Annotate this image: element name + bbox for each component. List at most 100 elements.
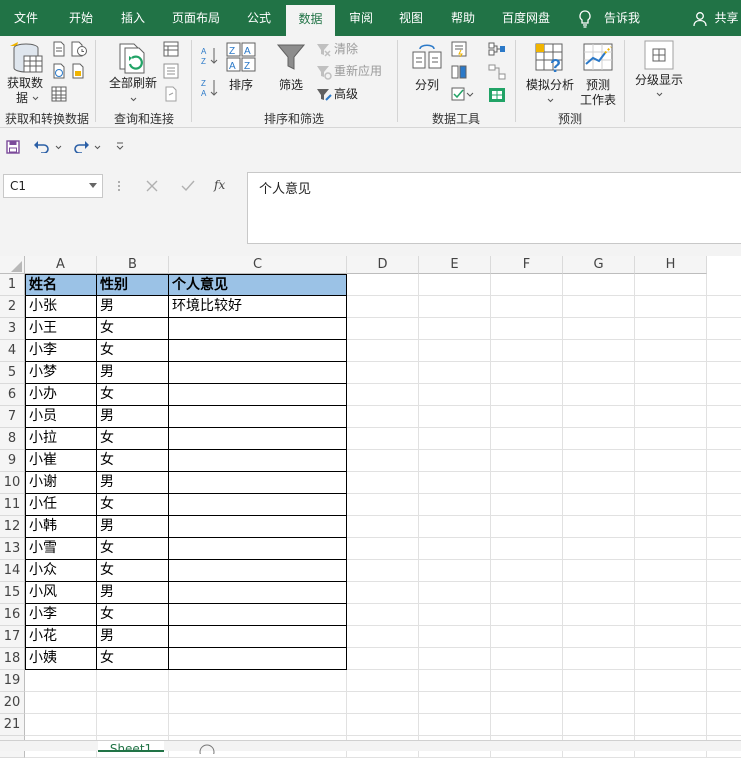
- cell-b10[interactable]: 男: [97, 472, 169, 494]
- redo-icon[interactable]: [72, 139, 90, 153]
- recent-sources-icon[interactable]: [70, 41, 88, 57]
- cell-c7[interactable]: [169, 406, 347, 428]
- existing-connections-icon[interactable]: [70, 63, 86, 79]
- from-web-icon[interactable]: [51, 63, 67, 79]
- sort-descending-icon[interactable]: ZA: [201, 78, 219, 98]
- cell-a15[interactable]: 小风: [25, 582, 97, 604]
- queries-connections-icon[interactable]: [163, 41, 179, 57]
- drag-handle-icon[interactable]: [117, 179, 121, 193]
- insert-function-button[interactable]: fx: [214, 178, 225, 193]
- cell-c14[interactable]: [169, 560, 347, 582]
- cell-b15[interactable]: 男: [97, 582, 169, 604]
- tab-baidu-netdisk[interactable]: 百度网盘: [494, 0, 558, 36]
- cell-a1[interactable]: 姓名: [25, 274, 97, 296]
- cell-a5[interactable]: 小梦: [25, 362, 97, 384]
- sort-ascending-icon[interactable]: AZ: [201, 46, 219, 66]
- add-sheet-icon[interactable]: [199, 744, 215, 754]
- forecast-sheet-button[interactable]: 预测 工作表: [578, 40, 618, 107]
- cell-a13[interactable]: 小雪: [25, 538, 97, 560]
- column-header-g[interactable]: G: [563, 256, 635, 274]
- cell-c10[interactable]: [169, 472, 347, 494]
- cell-c3[interactable]: [169, 318, 347, 340]
- cell-b14[interactable]: 女: [97, 560, 169, 582]
- column-header-h[interactable]: H: [635, 256, 707, 274]
- tab-insert[interactable]: 插入: [110, 0, 156, 36]
- cell-c11[interactable]: [169, 494, 347, 516]
- from-table-icon[interactable]: [51, 86, 67, 102]
- tab-data[interactable]: 数据: [286, 5, 335, 36]
- flash-fill-icon[interactable]: [451, 41, 467, 57]
- relationships-icon[interactable]: [488, 64, 506, 80]
- column-header-c[interactable]: C: [169, 256, 347, 274]
- properties-icon[interactable]: [163, 63, 179, 79]
- cell-c1[interactable]: 个人意见: [169, 274, 347, 296]
- row-header-3[interactable]: 3: [0, 318, 25, 340]
- cell-b4[interactable]: 女: [97, 340, 169, 362]
- cell-a12[interactable]: 小韩: [25, 516, 97, 538]
- row-header-19[interactable]: 19: [0, 670, 25, 692]
- advanced-label[interactable]: 高级: [334, 87, 358, 102]
- column-header-f[interactable]: F: [491, 256, 563, 274]
- column-header-b[interactable]: B: [97, 256, 169, 274]
- row-header-7[interactable]: 7: [0, 406, 25, 428]
- cell-b17[interactable]: 男: [97, 626, 169, 648]
- row-header-1[interactable]: 1: [0, 274, 25, 296]
- cell-c16[interactable]: [169, 604, 347, 626]
- data-validation-icon[interactable]: [451, 87, 475, 103]
- cell-a11[interactable]: 小任: [25, 494, 97, 516]
- from-text-icon[interactable]: [51, 41, 67, 57]
- column-header-d[interactable]: D: [347, 256, 419, 274]
- tab-help[interactable]: 帮助: [442, 0, 484, 36]
- save-icon[interactable]: [6, 140, 20, 154]
- cell-b2[interactable]: 男: [97, 296, 169, 318]
- cell-b5[interactable]: 男: [97, 362, 169, 384]
- row-header-6[interactable]: 6: [0, 384, 25, 406]
- row-header-2[interactable]: 2: [0, 296, 25, 318]
- tab-home[interactable]: 开始: [56, 0, 106, 36]
- cell-c5[interactable]: [169, 362, 347, 384]
- cell-a9[interactable]: 小崔: [25, 450, 97, 472]
- cell-c2[interactable]: 环境比较好: [169, 296, 347, 318]
- cell-b7[interactable]: 男: [97, 406, 169, 428]
- reapply-icon[interactable]: [316, 64, 332, 80]
- row-header-10[interactable]: 10: [0, 472, 25, 494]
- row-header-15[interactable]: 15: [0, 582, 25, 604]
- remove-duplicates-icon[interactable]: [451, 64, 467, 80]
- row-header-11[interactable]: 11: [0, 494, 25, 516]
- reapply-label[interactable]: 重新应用: [334, 64, 382, 79]
- cell-a17[interactable]: 小花: [25, 626, 97, 648]
- consolidate-icon[interactable]: [488, 41, 506, 57]
- row-header-8[interactable]: 8: [0, 428, 25, 450]
- cell-a14[interactable]: 小众: [25, 560, 97, 582]
- tab-review[interactable]: 审阅: [340, 0, 382, 36]
- cell-c9[interactable]: [169, 450, 347, 472]
- cell-c18[interactable]: [169, 648, 347, 670]
- worksheet-grid[interactable]: ABCDEFGH 1 2 3 4 5 6 7 8 9 10 11 12 13 14 15 16 17 18 19 20…: [0, 256, 741, 758]
- get-data-button[interactable]: 获取数 据: [4, 38, 46, 108]
- edit-links-icon[interactable]: [163, 86, 179, 102]
- clear-filter-icon[interactable]: [316, 42, 332, 58]
- outline-button[interactable]: 分级显示: [630, 38, 688, 104]
- tab-view[interactable]: 视图: [390, 0, 432, 36]
- row-header-16[interactable]: 16: [0, 604, 25, 626]
- row-header-21[interactable]: 21: [0, 714, 25, 736]
- cell-c13[interactable]: [169, 538, 347, 560]
- row-header-9[interactable]: 9: [0, 450, 25, 472]
- clear-label[interactable]: 清除: [334, 42, 358, 57]
- cell-a2[interactable]: 小张: [25, 296, 97, 318]
- cell-a16[interactable]: 小李: [25, 604, 97, 626]
- cell-b1[interactable]: 性别: [97, 274, 169, 296]
- row-header-4[interactable]: 4: [0, 340, 25, 362]
- chevron-down-icon[interactable]: [89, 183, 97, 189]
- cell-c4[interactable]: [169, 340, 347, 362]
- sheet-tab-sheet1[interactable]: Sheet1: [98, 741, 164, 752]
- sort-button[interactable]: ZAAZ 排序: [224, 40, 258, 98]
- cell-b12[interactable]: 男: [97, 516, 169, 538]
- row-header-12[interactable]: 12: [0, 516, 25, 538]
- cell-b16[interactable]: 女: [97, 604, 169, 626]
- cell-a3[interactable]: 小王: [25, 318, 97, 340]
- cell-a10[interactable]: 小谢: [25, 472, 97, 494]
- cell-c8[interactable]: [169, 428, 347, 450]
- customize-qat-icon[interactable]: [116, 142, 124, 150]
- chevron-down-icon[interactable]: [94, 145, 101, 150]
